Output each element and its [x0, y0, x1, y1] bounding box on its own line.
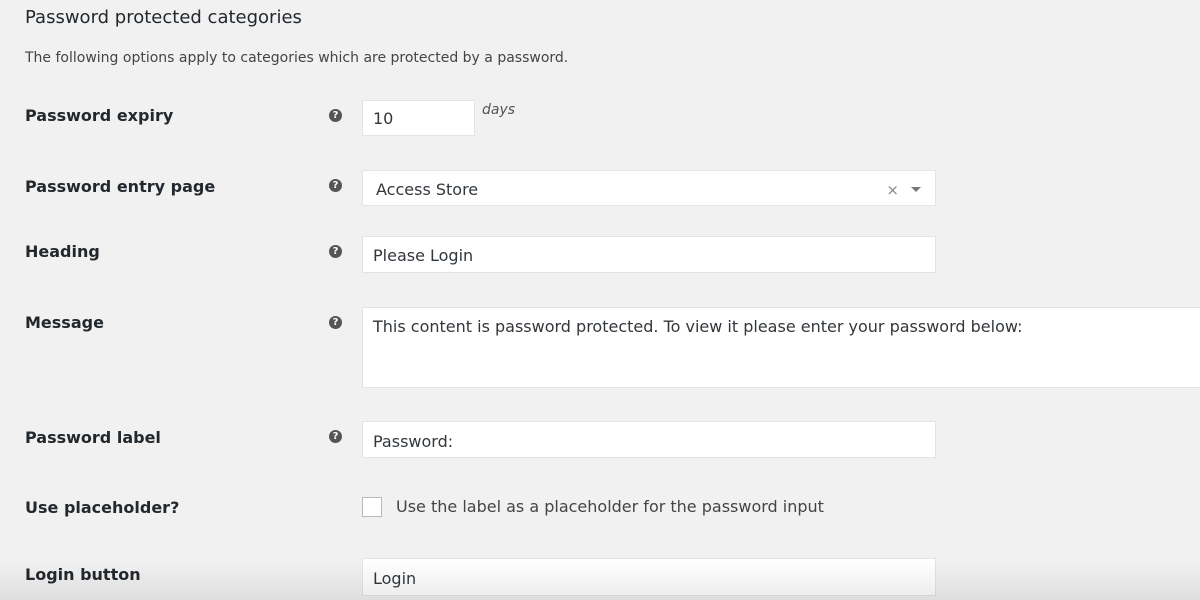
clear-icon[interactable]: ×: [886, 181, 899, 199]
password-expiry-label: Password expiry: [25, 106, 174, 125]
password-entry-page-select[interactable]: Access Store ×: [362, 170, 936, 206]
use-placeholder-checkbox-label[interactable]: Use the label as a placeholder for the p…: [396, 497, 824, 516]
chevron-down-icon[interactable]: [911, 187, 921, 192]
login-button-label: Login button: [25, 565, 141, 584]
use-placeholder-checkbox[interactable]: [362, 497, 382, 517]
login-button-input[interactable]: Login: [362, 558, 936, 596]
question-circle-icon[interactable]: ?: [329, 430, 342, 443]
password-expiry-value: 10: [373, 109, 394, 128]
message-textarea[interactable]: This content is password protected. To v…: [362, 307, 1200, 388]
heading-input[interactable]: Please Login: [362, 236, 936, 273]
password-entry-page-label: Password entry page: [25, 177, 216, 196]
heading-value: Please Login: [373, 246, 474, 265]
heading-label: Heading: [25, 242, 100, 261]
days-suffix: days: [482, 102, 516, 118]
section-description: The following options apply to categorie…: [25, 50, 569, 66]
password-label-label: Password label: [25, 428, 161, 447]
password-label-value: Password:: [373, 432, 454, 451]
question-circle-icon[interactable]: ?: [329, 245, 342, 258]
question-circle-icon[interactable]: ?: [329, 109, 342, 122]
question-circle-icon[interactable]: ?: [329, 316, 342, 329]
password-entry-page-value: Access Store: [376, 180, 479, 199]
login-button-value: Login: [373, 569, 417, 588]
use-placeholder-label: Use placeholder?: [25, 498, 180, 517]
section-title: Password protected categories: [25, 7, 302, 28]
password-label-input[interactable]: Password:: [362, 421, 936, 458]
message-label: Message: [25, 313, 104, 332]
message-value: This content is password protected. To v…: [373, 317, 1023, 336]
password-expiry-input[interactable]: 10: [362, 100, 475, 136]
question-circle-icon[interactable]: ?: [329, 179, 342, 192]
